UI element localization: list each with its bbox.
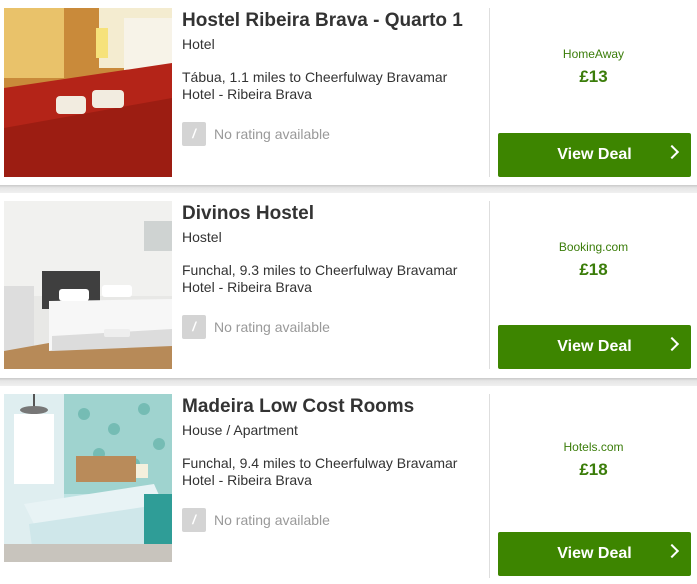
provider-name: Booking.com bbox=[558, 240, 629, 254]
listing-title[interactable]: Hostel Ribeira Brava - Quarto 1 bbox=[182, 10, 482, 32]
view-deal-button[interactable]: View Deal bbox=[498, 133, 691, 177]
view-deal-label: View Deal bbox=[557, 338, 632, 355]
view-deal-label: View Deal bbox=[557, 146, 632, 163]
room-photo-red-bed bbox=[4, 8, 172, 177]
rating-text: No rating available bbox=[214, 512, 330, 528]
listing-location: Funchal, 9.4 miles to Cheerfulway Bravam… bbox=[182, 455, 458, 471]
rating-row: / No rating available bbox=[182, 315, 330, 339]
card-separator bbox=[0, 378, 697, 386]
divider bbox=[489, 394, 490, 578]
no-rating-icon: / bbox=[182, 122, 206, 146]
provider-name: Hotels.com bbox=[563, 440, 624, 454]
room-photo-turquoise-bedroom bbox=[4, 394, 172, 562]
listing-location: Tábua, 1.1 miles to Cheerfulway Bravamar bbox=[182, 69, 448, 85]
listing-title[interactable]: Divinos Hostel bbox=[182, 203, 482, 225]
price: £13 bbox=[579, 67, 608, 86]
listing-photo[interactable] bbox=[4, 8, 172, 177]
listing-photo[interactable] bbox=[4, 201, 172, 369]
listing-card-3: Madeira Low Cost Rooms House / Apartment… bbox=[0, 386, 697, 584]
chevron-right-icon bbox=[664, 144, 680, 160]
card-separator bbox=[0, 185, 697, 193]
listing-title[interactable]: Madeira Low Cost Rooms bbox=[182, 396, 482, 418]
room-photo-twin-beds bbox=[4, 201, 172, 369]
listing-card-1: Hostel Ribeira Brava - Quarto 1 Hotel Tá… bbox=[0, 0, 697, 185]
deal-summary: Hotels.com £18 bbox=[490, 440, 697, 480]
provider-name: HomeAway bbox=[562, 47, 625, 61]
listing-location-city: Hotel - Ribeira Brava bbox=[182, 279, 312, 295]
rating-text: No rating available bbox=[214, 126, 330, 142]
no-rating-icon: / bbox=[182, 315, 206, 339]
divider bbox=[489, 8, 490, 177]
listing-info: Divinos Hostel Hostel Funchal, 9.3 miles… bbox=[182, 203, 482, 339]
deal-summary: Booking.com £18 bbox=[490, 240, 697, 280]
chevron-right-icon bbox=[664, 543, 680, 559]
view-deal-button[interactable]: View Deal bbox=[498, 325, 691, 369]
price: £18 bbox=[579, 460, 608, 479]
view-deal-label: View Deal bbox=[557, 545, 632, 562]
rating-text: No rating available bbox=[214, 319, 330, 335]
listing-card-2: Divinos Hostel Hostel Funchal, 9.3 miles… bbox=[0, 193, 697, 378]
listing-location: Funchal, 9.3 miles to Cheerfulway Bravam… bbox=[182, 262, 458, 278]
price: £18 bbox=[579, 260, 608, 279]
listing-info: Madeira Low Cost Rooms House / Apartment… bbox=[182, 396, 482, 532]
listing-location-city: Hotel - Ribeira Brava bbox=[182, 86, 312, 102]
listing-photo[interactable] bbox=[4, 394, 172, 562]
divider bbox=[489, 201, 490, 369]
listing-type: House / Apartment bbox=[182, 422, 298, 438]
rating-row: / No rating available bbox=[182, 508, 330, 532]
deal-summary: HomeAway £13 bbox=[490, 47, 697, 87]
chevron-right-icon bbox=[664, 336, 680, 352]
listing-type: Hotel bbox=[182, 36, 215, 52]
listing-type: Hostel bbox=[182, 229, 222, 245]
listing-location-city: Hotel - Ribeira Brava bbox=[182, 472, 312, 488]
rating-row: / No rating available bbox=[182, 122, 330, 146]
listing-info: Hostel Ribeira Brava - Quarto 1 Hotel Tá… bbox=[182, 10, 482, 146]
view-deal-button[interactable]: View Deal bbox=[498, 532, 691, 576]
no-rating-icon: / bbox=[182, 508, 206, 532]
